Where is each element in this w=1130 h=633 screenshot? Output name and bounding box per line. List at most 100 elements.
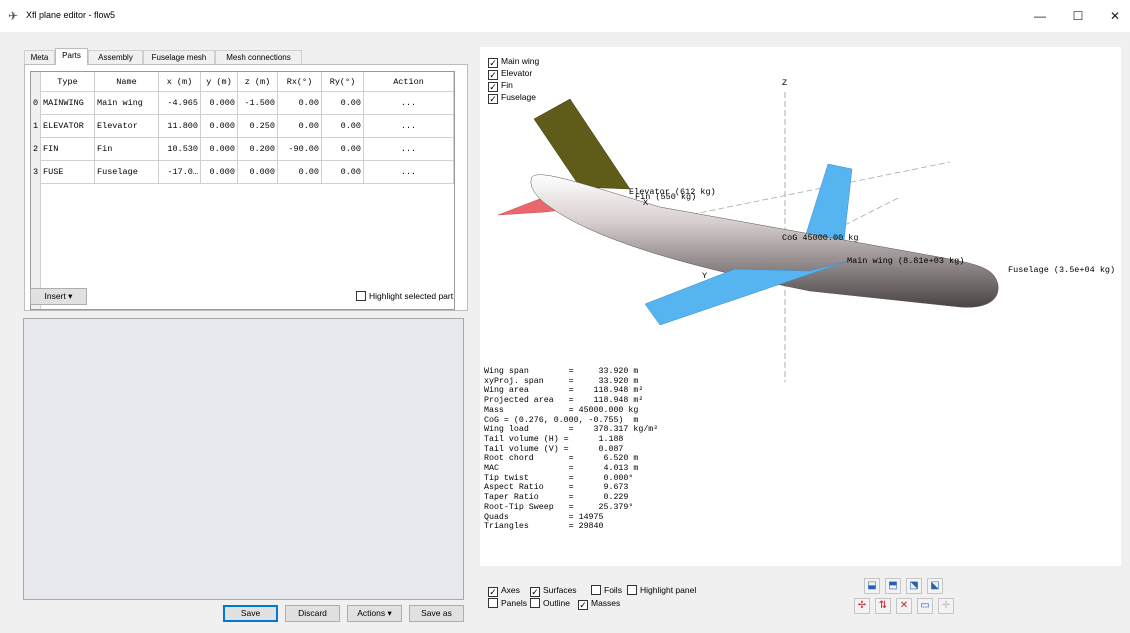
outline-checkbox[interactable]: Outline — [530, 598, 570, 609]
checkbox-box[interactable]: ✓ — [488, 94, 498, 104]
checkbox-box[interactable] — [356, 291, 366, 301]
axes-label: Axes — [501, 585, 520, 595]
cell-rx[interactable]: -90.00 — [278, 138, 322, 161]
minimize-button[interactable]: — — [1022, 0, 1058, 32]
checkbox-box[interactable] — [591, 585, 601, 595]
cell-action-button[interactable]: ... — [364, 138, 454, 161]
info-line: xyProj. span = 33.920 m — [484, 376, 639, 386]
column-header-x[interactable]: x (m) — [159, 72, 201, 92]
column-header-y[interactable]: y (m) — [201, 72, 238, 92]
cell-z[interactable]: -1.500 — [238, 92, 278, 115]
cell-name[interactable]: Fuselage — [95, 161, 159, 184]
column-header-type[interactable]: Type — [41, 72, 95, 92]
parts-table[interactable]: Type Name x (m) y (m) z (m) Rx(°) Ry(°) … — [30, 71, 455, 310]
masses-checkbox[interactable]: ✓ Masses — [578, 598, 620, 610]
masses-label: Masses — [591, 598, 621, 608]
tab-fuselage-mesh[interactable]: Fuselage mesh — [143, 50, 215, 64]
cell-y[interactable]: 0.000 — [201, 92, 238, 115]
view-xy-icon[interactable]: ⬓ — [864, 578, 880, 594]
column-header-action[interactable]: Action — [364, 72, 454, 92]
axes-checkbox[interactable]: ✓ Axes — [488, 585, 520, 597]
title-bar: ✈ Xfl plane editor - flow5 — ☐ ✕ — [0, 0, 1130, 32]
main-wing-visibility-checkbox[interactable]: ✓ Main wing — [488, 56, 539, 68]
cell-ry[interactable]: 0.00 — [322, 161, 364, 184]
checkbox-box[interactable]: ✓ — [488, 58, 498, 68]
cell-action-button[interactable]: ... — [364, 115, 454, 138]
cell-name[interactable]: Elevator — [95, 115, 159, 138]
view-iso-icon[interactable]: ⬕ — [927, 578, 943, 594]
cell-name[interactable]: Fin — [95, 138, 159, 161]
tab-parts[interactable]: Parts — [55, 48, 88, 65]
tab-meta[interactable]: Meta — [24, 50, 55, 64]
dropdown-arrow-icon: ▾ — [68, 291, 73, 301]
fit-to-window-icon[interactable]: ✕ — [896, 598, 912, 614]
column-header-z[interactable]: z (m) — [238, 72, 278, 92]
maximize-button[interactable]: ☐ — [1060, 0, 1096, 32]
cell-type[interactable]: MAINWING — [41, 92, 95, 115]
table-row[interactable]: 0 MAINWING Main wing -4.965 0.000 -1.500… — [31, 92, 454, 115]
cell-z[interactable]: 0.200 — [238, 138, 278, 161]
cell-x[interactable]: 11.800 — [159, 115, 201, 138]
table-row[interactable]: 3 FUSE Fuselage -17.0… 0.000 0.000 0.00 … — [31, 161, 454, 184]
cell-type[interactable]: ELEVATOR — [41, 115, 95, 138]
checkbox-box[interactable] — [488, 598, 498, 608]
reset-view-icon[interactable]: ✢ — [854, 598, 870, 614]
checkbox-box[interactable]: ✓ — [488, 82, 498, 92]
elevator-visibility-checkbox[interactable]: ✓ Elevator — [488, 68, 532, 80]
row-index: 1 — [33, 121, 39, 131]
cell-rx[interactable]: 0.00 — [278, 161, 322, 184]
checkbox-box[interactable]: ✓ — [530, 587, 540, 597]
cell-rx[interactable]: 0.00 — [278, 92, 322, 115]
cell-z[interactable]: 0.250 — [238, 115, 278, 138]
cell-name[interactable]: Main wing — [95, 92, 159, 115]
table-row[interactable]: 2 FIN Fin 10.530 0.000 0.200 -90.00 0.00… — [31, 138, 454, 161]
cell-z[interactable]: 0.000 — [238, 161, 278, 184]
cell-x[interactable]: -4.965 — [159, 92, 201, 115]
cell-x[interactable]: -17.0… — [159, 161, 201, 184]
checkbox-box[interactable]: ✓ — [488, 70, 498, 80]
main-wing-shape — [644, 260, 849, 326]
save-button[interactable]: Save — [223, 605, 278, 622]
cell-rx[interactable]: 0.00 — [278, 115, 322, 138]
cell-type[interactable]: FUSE — [41, 161, 95, 184]
cog-label: CoG 45000.00 kg — [782, 233, 859, 243]
cell-x[interactable]: 10.530 — [159, 138, 201, 161]
tab-assembly[interactable]: Assembly — [88, 50, 143, 64]
fuselage-visibility-checkbox[interactable]: ✓ Fuselage — [488, 92, 536, 104]
foils-checkbox[interactable]: Foils — [591, 585, 622, 596]
cell-action-button[interactable]: ... — [364, 92, 454, 115]
checkbox-box[interactable] — [530, 598, 540, 608]
highlight-selected-part-checkbox[interactable]: Highlight selected part — [356, 291, 453, 302]
discard-button[interactable]: Discard — [285, 605, 340, 622]
column-header-rx[interactable]: Rx(°) — [278, 72, 322, 92]
cell-y[interactable]: 0.000 — [201, 115, 238, 138]
column-header-ry[interactable]: Ry(°) — [322, 72, 364, 92]
cell-ry[interactable]: 0.00 — [322, 92, 364, 115]
flip-view-icon[interactable]: ⇅ — [875, 598, 891, 614]
cell-ry[interactable]: 0.00 — [322, 115, 364, 138]
elevator-visibility-label: Elevator — [501, 68, 533, 78]
panels-checkbox[interactable]: Panels — [488, 598, 527, 609]
cell-y[interactable]: 0.000 — [201, 138, 238, 161]
close-button[interactable]: ✕ — [1097, 0, 1130, 32]
checkbox-box[interactable]: ✓ — [488, 587, 498, 597]
cell-y[interactable]: 0.000 — [201, 161, 238, 184]
cell-type[interactable]: FIN — [41, 138, 95, 161]
checkbox-box[interactable] — [627, 585, 637, 595]
save-as-button[interactable]: Save as — [409, 605, 464, 622]
cell-ry[interactable]: 0.00 — [322, 138, 364, 161]
view-yz-icon[interactable]: ⬔ — [906, 578, 922, 594]
column-header-name[interactable]: Name — [95, 72, 159, 92]
ruler-icon[interactable]: ▭ — [917, 598, 933, 614]
far-wing-shape — [805, 163, 853, 242]
checkbox-box[interactable]: ✓ — [578, 600, 588, 610]
cell-action-button[interactable]: ... — [364, 161, 454, 184]
tab-mesh-connections[interactable]: Mesh connections — [215, 50, 302, 64]
insert-button[interactable]: Insert ▾ — [30, 288, 87, 305]
table-row[interactable]: 1 ELEVATOR Elevator 11.800 0.000 0.250 0… — [31, 115, 454, 138]
actions-button[interactable]: Actions ▾ — [347, 605, 402, 622]
fin-visibility-checkbox[interactable]: ✓ Fin — [488, 80, 513, 92]
highlight-panel-checkbox[interactable]: Highlight panel — [627, 585, 696, 596]
view-xz-icon[interactable]: ⬒ — [885, 578, 901, 594]
surfaces-checkbox[interactable]: ✓ Surfaces — [530, 585, 577, 597]
